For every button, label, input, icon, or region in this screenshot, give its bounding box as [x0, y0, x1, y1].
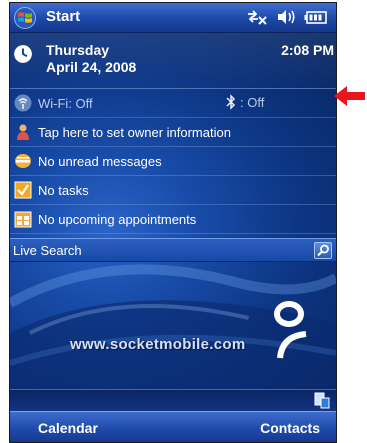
pocket-pc-screen: Start Thursday April 24, 2008 2:08 PM Wi…: [9, 2, 337, 443]
battery-icon[interactable]: [304, 8, 328, 26]
owner-person-icon: [17, 124, 29, 140]
bluetooth-icon: [226, 94, 236, 110]
socket-mobile-logo: [274, 301, 307, 359]
start-menu-label[interactable]: Start: [46, 8, 80, 25]
windows-flag-icon[interactable]: [14, 7, 36, 29]
activesync-icon[interactable]: [314, 392, 330, 409]
messages-icon: [15, 154, 31, 168]
bluetooth-status[interactable]: : Off: [226, 94, 264, 110]
live-search-label: Live Search: [13, 243, 82, 258]
owner-info-label: Tap here to set owner information: [38, 125, 231, 140]
calendar-softkey[interactable]: Calendar: [38, 420, 98, 436]
notification-strip: [10, 389, 336, 411]
contacts-softkey[interactable]: Contacts: [260, 420, 320, 436]
volume-icon[interactable]: [276, 8, 296, 26]
date-time-row[interactable]: Thursday April 24, 2008 2:08 PM: [10, 33, 336, 89]
wifi-icon: [14, 94, 32, 112]
date-label: April 24, 2008: [46, 59, 137, 75]
softkey-bar: Calendar Contacts: [10, 411, 336, 442]
live-search-bar[interactable]: Live Search: [10, 238, 336, 262]
tasks-checkbox-icon: [14, 181, 32, 199]
day-label: Thursday: [46, 42, 110, 58]
appointments-row[interactable]: No upcoming appointments: [10, 205, 336, 234]
wireless-row[interactable]: Wi-Fi: Off : Off: [10, 89, 336, 118]
tasks-row[interactable]: No tasks: [10, 176, 336, 205]
bluetooth-status-label: : Off: [240, 94, 265, 110]
messages-label: No unread messages: [38, 154, 162, 169]
owner-info-row[interactable]: Tap here to set owner information: [10, 118, 336, 147]
appointments-label: No upcoming appointments: [38, 212, 197, 227]
search-button[interactable]: [314, 242, 332, 259]
status-icons: [246, 8, 328, 26]
search-icon: [317, 244, 329, 257]
messages-row[interactable]: No unread messages: [10, 147, 336, 176]
tasks-label: No tasks: [38, 183, 89, 198]
socket-mobile-url: www.socketmobile.com: [70, 336, 246, 353]
calendar-icon: [14, 211, 32, 228]
title-bar: Start: [10, 3, 336, 33]
time-label[interactable]: 2:08 PM: [281, 42, 334, 58]
annotation-arrow-icon: [334, 86, 365, 106]
clock-icon: [14, 45, 32, 63]
wifi-status-label: Wi-Fi: Off: [38, 96, 93, 111]
connectivity-icon[interactable]: [246, 8, 268, 26]
